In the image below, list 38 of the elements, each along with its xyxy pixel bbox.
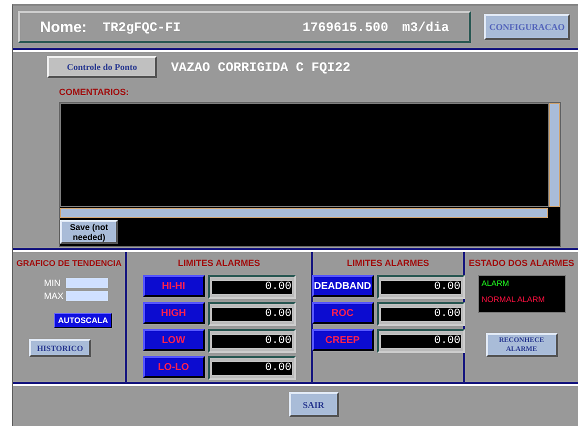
exit-button[interactable]: SAIR xyxy=(288,392,338,417)
tag-name: TR2gFQC-FI xyxy=(102,20,181,34)
save-button[interactable]: Save (not needed) xyxy=(60,220,118,244)
limit-button[interactable]: HI-HI xyxy=(142,275,204,297)
limit-value[interactable]: 0.00 xyxy=(376,329,464,353)
horizontal-scrollbar[interactable] xyxy=(60,208,548,218)
max-label: MAX xyxy=(44,291,62,301)
alarm-state-title: ESTADO DOS ALARMES xyxy=(468,258,574,268)
flow-unit: m3/dia xyxy=(402,20,450,34)
vertical-scrollbar[interactable] xyxy=(549,103,560,207)
alarm-limits-title: LIMITES ALARMES xyxy=(346,258,430,268)
limit-value[interactable]: 0.00 xyxy=(208,302,296,326)
point-description: VAZAO CORRIGIDA C FQI22 xyxy=(171,60,350,74)
min-field[interactable] xyxy=(66,278,108,288)
trend-title: GRAFICO DE TENDENCIA xyxy=(16,258,122,268)
point-control-button[interactable]: Controle do Ponto xyxy=(47,56,157,78)
limit-value[interactable]: 0.00 xyxy=(376,302,464,326)
limit-value[interactable]: 0.00 xyxy=(376,275,464,299)
autoscale-button[interactable]: AUTOSCALA xyxy=(54,313,112,328)
limit-value[interactable]: 0.00 xyxy=(208,356,296,380)
limit-value[interactable]: 0.00 xyxy=(208,275,296,299)
alarm-limits-title: LIMITES ALARMES xyxy=(178,258,260,268)
limit-button[interactable]: ROC xyxy=(312,302,374,324)
limit-value[interactable]: 0.00 xyxy=(208,329,296,353)
name-label: Nome: xyxy=(40,18,87,36)
limit-button[interactable]: LOW xyxy=(142,329,204,351)
alarm-state-text: NORMAL ALARM xyxy=(482,295,546,304)
limit-button[interactable]: HIGH xyxy=(142,302,204,324)
history-button[interactable]: HISTORICO xyxy=(29,339,91,357)
limit-button[interactable]: LO-LO xyxy=(142,356,204,378)
comments-label: COMENTARIOS: xyxy=(59,87,130,97)
max-field[interactable] xyxy=(66,291,108,301)
limit-button[interactable]: DEADBAND xyxy=(312,275,374,297)
flow-value: 1769615.500 xyxy=(302,20,388,34)
min-label: MIN xyxy=(44,278,62,288)
limit-button[interactable]: CREEP xyxy=(312,329,374,351)
comments-field[interactable] xyxy=(60,103,549,207)
alarm-state-text: ALARM xyxy=(482,279,510,288)
